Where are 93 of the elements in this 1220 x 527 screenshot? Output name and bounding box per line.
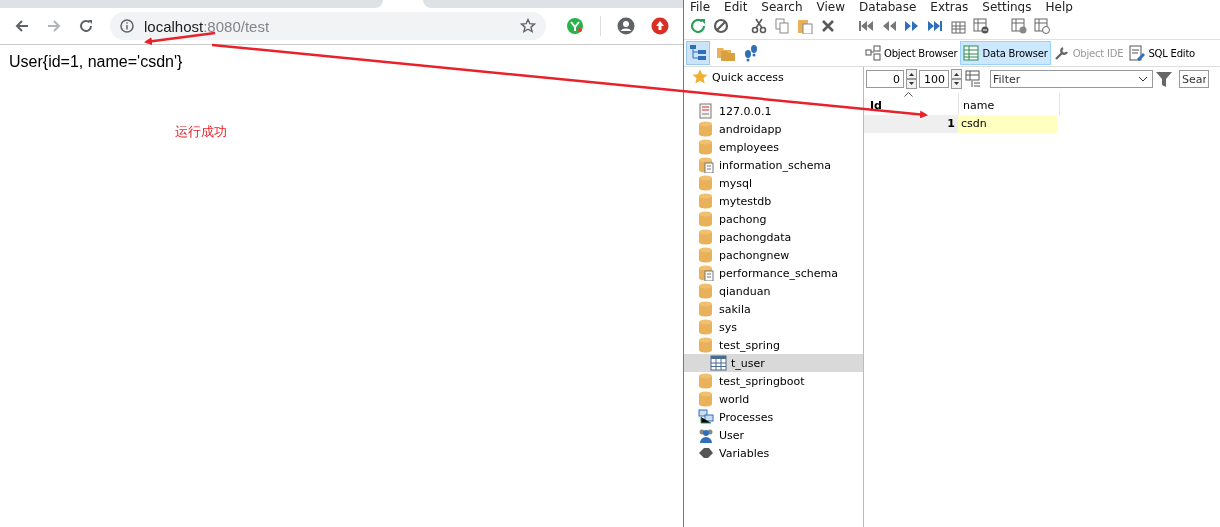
table-icon [710, 355, 727, 371]
tree-item[interactable]: information_schema [684, 156, 863, 174]
next-record-icon[interactable] [904, 18, 920, 34]
footprints-icon[interactable] [742, 44, 760, 62]
database-icon [698, 283, 715, 299]
sort-caret-icon [904, 92, 913, 97]
menu-item[interactable]: Help [1045, 1, 1073, 13]
account-icon[interactable] [617, 17, 635, 35]
last-record-icon[interactable] [927, 18, 943, 34]
tree-item[interactable]: t_user [684, 354, 863, 372]
wrench-icon [1053, 45, 1070, 61]
update-icon[interactable] [651, 17, 669, 35]
tree-item[interactable]: mysql [684, 174, 863, 192]
diagram-icon [865, 45, 881, 61]
table-cell: 1 [864, 115, 958, 133]
database-icon [698, 175, 715, 191]
menu-item[interactable]: View [816, 1, 846, 13]
server-icon [698, 103, 715, 119]
tree-item[interactable]: sys [684, 318, 863, 336]
funnel-icon[interactable] [1155, 70, 1173, 88]
tree-item[interactable]: Variables [684, 444, 863, 462]
info-icon [120, 19, 134, 33]
first-record-icon[interactable] [858, 18, 874, 34]
tree-item[interactable]: pachongdata [684, 228, 863, 246]
database-icon [698, 301, 715, 317]
menu-item[interactable]: Settings [982, 1, 1032, 13]
menu-item[interactable]: File [690, 1, 711, 13]
tree-item[interactable]: qianduan [684, 282, 863, 300]
database-icon [698, 391, 715, 407]
menu-item[interactable]: Edit [724, 1, 748, 13]
tree-item[interactable]: test_spring [684, 336, 863, 354]
stop-icon[interactable] [713, 18, 729, 34]
quick-access-item[interactable]: Quick access [684, 68, 863, 86]
tree-item[interactable]: Processes [684, 408, 863, 426]
tree-item[interactable]: world [684, 390, 863, 408]
menu-item[interactable]: Database [859, 1, 917, 13]
database-icon [698, 211, 715, 227]
tree-view-icon[interactable] [686, 41, 710, 65]
back-arrow-icon[interactable] [14, 18, 30, 34]
reload-icon[interactable] [78, 18, 94, 34]
menu-item[interactable]: Extras [930, 1, 969, 13]
database-icon [698, 247, 715, 263]
database-icon [698, 265, 715, 281]
view-tab[interactable]: SQL Edito [1126, 41, 1199, 65]
database-icon [698, 157, 715, 173]
users-icon [698, 427, 715, 443]
diamond-icon [698, 445, 715, 461]
computers-icon [698, 409, 715, 425]
spin-buttons-icon[interactable] [951, 69, 962, 89]
tree-item[interactable]: employees [684, 138, 863, 156]
number-field[interactable]: 0 [866, 70, 904, 88]
menu-item[interactable]: Search [761, 1, 803, 13]
database-icon [698, 193, 715, 209]
database-icon [698, 121, 715, 137]
tree-item[interactable]: test_springboot [684, 372, 863, 390]
tree-item[interactable]: pachongnew [684, 246, 863, 264]
star-icon[interactable] [520, 18, 536, 34]
star-icon [692, 69, 708, 85]
scissors-icon[interactable] [751, 18, 767, 34]
grid-icon [963, 45, 980, 61]
page-text: User{id=1, name='csdn'} [9, 53, 184, 71]
table-cell: csdn [958, 115, 1057, 133]
database-icon [698, 373, 715, 389]
view-tab[interactable]: Object Browser [862, 41, 961, 65]
tree-item[interactable]: pachong [684, 210, 863, 228]
tree-item[interactable]: mytestdb [684, 192, 863, 210]
tree-item[interactable]: performance_schema [684, 264, 863, 282]
grid-remove-icon[interactable] [973, 18, 989, 34]
spin-buttons-icon[interactable] [906, 69, 917, 89]
database-icon [698, 229, 715, 245]
tree-item[interactable]: User [684, 426, 863, 444]
address-field[interactable]: localhost:8080/test [110, 12, 546, 40]
view-tab[interactable]: Data Browser [960, 41, 1051, 65]
grid-cancel-icon[interactable] [1034, 18, 1050, 34]
delete-icon[interactable] [820, 18, 836, 34]
extension-icon[interactable] [566, 17, 584, 35]
database-icon [698, 337, 715, 353]
paste-icon[interactable] [797, 18, 813, 34]
tree-item[interactable]: sakila [684, 300, 863, 318]
chevron-down-icon [1138, 76, 1148, 82]
grid-add-icon[interactable] [950, 18, 966, 34]
previous-record-icon[interactable] [881, 18, 897, 34]
pencil-page-icon [1129, 45, 1146, 61]
annotation-text: 运行成功 [175, 123, 228, 141]
tree-item[interactable]: androidapp [684, 120, 863, 138]
refresh-icon[interactable] [690, 18, 706, 34]
filter-dropdown[interactable]: Filter [990, 70, 1153, 88]
database-icon [698, 319, 715, 335]
database-icon [698, 139, 715, 155]
number-field[interactable]: 100 [919, 70, 949, 88]
refresh-grid-icon[interactable] [964, 70, 982, 88]
tree-item[interactable]: 127.0.0.1 [684, 102, 863, 120]
grid-save-icon[interactable] [1011, 18, 1027, 34]
